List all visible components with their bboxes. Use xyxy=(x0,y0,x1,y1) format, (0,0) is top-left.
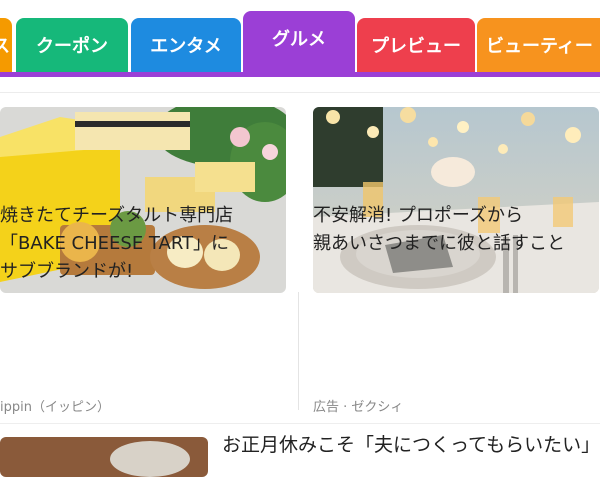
tab-label: ビューティー xyxy=(486,36,593,57)
article-source: 広告 · ゼクシィ xyxy=(313,400,404,415)
tab-beauty[interactable]: ビューティー xyxy=(477,18,600,72)
article-title-line: 「BAKE CHEESE TART」に xyxy=(0,233,230,254)
wedding-table-photo xyxy=(313,107,599,293)
tab-active-underline xyxy=(0,72,600,77)
article-card-proposal[interactable] xyxy=(313,107,599,293)
article-source: ippin（イッピン） xyxy=(0,400,110,415)
tab-coupon[interactable]: クーポン xyxy=(16,18,128,72)
tab-label: クーポン xyxy=(36,36,108,57)
tab-preview[interactable]: プレビュー xyxy=(357,18,475,72)
tab-partial-left[interactable]: ス xyxy=(0,18,12,72)
article-title[interactable]: 不安解消! プロポーズから 親あいさつまでに彼と話すこと xyxy=(313,202,600,258)
tab-label: ス xyxy=(0,36,10,57)
article-title-line: サブブランドが! xyxy=(0,261,134,282)
section-divider xyxy=(0,92,600,93)
tab-label: グルメ xyxy=(272,28,326,50)
article-thumbnail[interactable] xyxy=(313,107,599,293)
article-title-line: 焼きたてチーズタルト専門店 xyxy=(0,205,234,226)
column-divider xyxy=(298,292,299,410)
category-tab-bar: ス クーポン エンタメ グルメ プレビュー ビューティー xyxy=(0,0,600,80)
tab-entame[interactable]: エンタメ xyxy=(131,18,241,72)
article-title[interactable]: 焼きたてチーズタルト専門店 「BAKE CHEESE TART」に サブブランド… xyxy=(0,202,300,286)
tab-gourmet[interactable]: グルメ xyxy=(243,11,355,72)
tab-label: エンタメ xyxy=(150,36,222,57)
article-title-line: 親あいさつまでに彼と話すこと xyxy=(313,233,565,254)
tab-label: プレビュー xyxy=(371,36,461,57)
article-title-line: 不安解消! プロポーズから xyxy=(313,205,524,226)
section-divider xyxy=(0,423,600,424)
next-article-photo xyxy=(0,437,208,477)
article-thumbnail[interactable] xyxy=(0,437,208,477)
article-title[interactable]: お正月休みこそ「夫につくってもらいたい」 xyxy=(222,430,600,457)
